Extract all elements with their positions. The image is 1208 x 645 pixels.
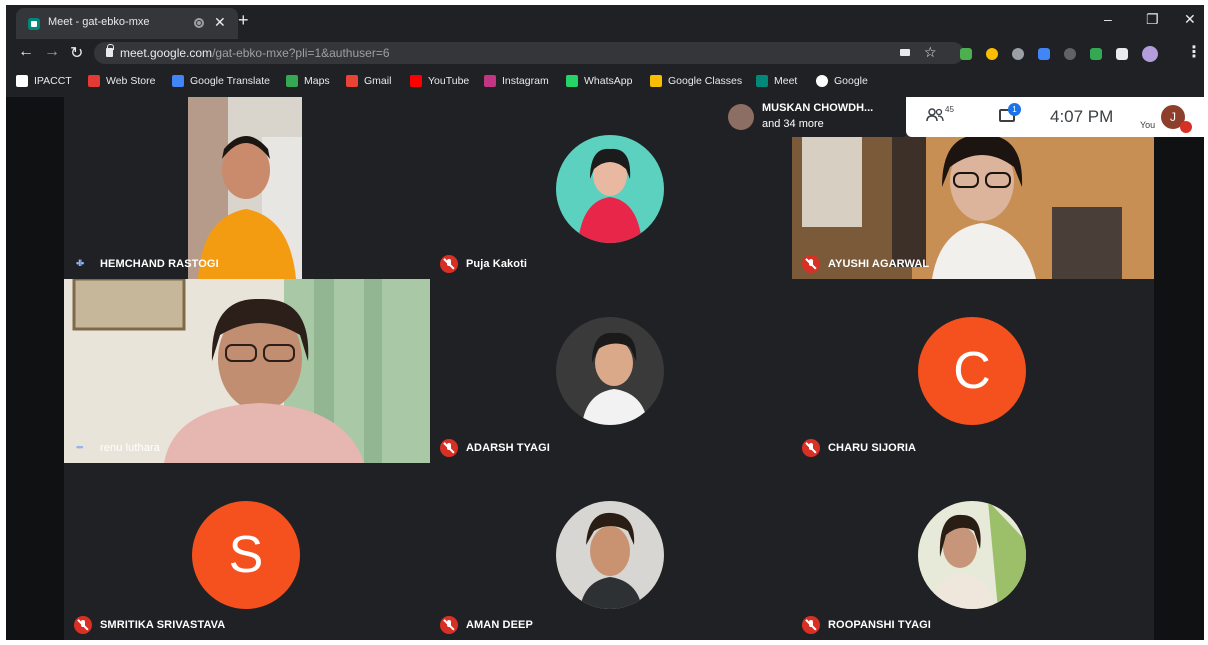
classroom-icon: [650, 75, 662, 87]
avatar: C: [918, 317, 1026, 425]
mic-off-icon: [802, 439, 820, 457]
you-label: You: [1140, 120, 1156, 130]
participant-tile-roopanshi[interactable]: ROOPANSHI TYAGI: [792, 463, 1154, 640]
mic-off-icon: [440, 439, 458, 457]
bookmark-web-store[interactable]: Web Store: [88, 75, 155, 87]
participant-tile-aman[interactable]: AMAN DEEP: [430, 463, 792, 640]
toolbar: ← → ↻ meet.google.com/gat-ebko-mxe?pli=1…: [6, 39, 1204, 67]
bookmark-whatsapp[interactable]: WhatsApp: [566, 75, 632, 87]
participant-name: AMAN DEEP: [466, 619, 533, 631]
recording-indicator-icon: [194, 18, 204, 28]
presenter-more: and 34 more: [762, 118, 824, 130]
tab-meet[interactable]: Meet - gat-ebko-mxe ✕: [16, 8, 238, 39]
forward-button[interactable]: →: [44, 43, 60, 61]
address-bar[interactable]: meet.google.com/gat-ebko-mxe?pli=1&authu…: [94, 42, 964, 64]
participant-tile-smritika[interactable]: S SMRITIKA SRIVASTAVA: [64, 463, 430, 640]
presenter-chip[interactable]: MUSKAN CHOWDH... and 34 more: [720, 97, 908, 137]
browser-chrome: Meet - gat-ebko-mxe ✕ + – ❐ ✕ ← → ↻ meet…: [6, 5, 1204, 97]
github-extension-icon[interactable]: [1064, 48, 1076, 60]
mic-off-icon: [802, 255, 820, 273]
mic-off-icon: [802, 616, 820, 634]
participant-name: Puja Kakoti: [466, 258, 528, 270]
download-extension-icon[interactable]: [1012, 48, 1024, 60]
avatar: [556, 317, 664, 425]
tab-title: Meet - gat-ebko-mxe: [48, 16, 150, 28]
youtube-icon: [410, 75, 422, 87]
instagram-icon: [484, 75, 496, 87]
maps-icon: [286, 75, 298, 87]
back-button[interactable]: ←: [18, 43, 34, 61]
extension-icon[interactable]: [986, 48, 998, 60]
checkbox-extension-icon[interactable]: [1090, 48, 1102, 60]
participant-name: CHARU SIJORIA: [828, 442, 917, 454]
close-window-button[interactable]: ✕: [1184, 11, 1196, 28]
google-icon: [816, 75, 828, 87]
dropbox-extension-icon[interactable]: [1038, 48, 1050, 60]
people-count: 45: [945, 105, 954, 114]
meet-favicon-icon: [28, 18, 40, 30]
participant-tile-charu[interactable]: C CHARU SIJORIA: [792, 279, 1154, 463]
speaking-indicator-icon: •ll•: [76, 258, 84, 268]
bookmark-youtube[interactable]: YouTube: [410, 75, 469, 87]
participant-tile-adarsh[interactable]: ADARSH TYAGI: [430, 279, 792, 463]
minimize-button[interactable]: –: [1104, 11, 1112, 27]
puzzle-extensions-icon[interactable]: [1116, 48, 1128, 60]
new-tab-button[interactable]: +: [238, 10, 249, 31]
whatsapp-icon: [566, 75, 578, 87]
avatar: [918, 501, 1026, 609]
bookmark-google-translate[interactable]: Google Translate: [172, 75, 270, 87]
participant-name: AYUSHI AGARWAL: [828, 258, 930, 270]
meet-stage: •ll• HEMCHAND RASTOGI Puja Kakoti AYUSHI…: [6, 97, 1208, 640]
right-margin: [1154, 97, 1204, 640]
bookmark-meet[interactable]: Meet: [756, 75, 797, 87]
participant-name: SMRITIKA SRIVASTAVA: [100, 619, 226, 631]
participant-name: ROOPANSHI TYAGI: [828, 619, 931, 631]
mic-off-icon: [74, 616, 92, 634]
participant-name: renu luthara: [100, 442, 160, 454]
hemchand-video-frame: [188, 97, 302, 279]
tab-close-icon[interactable]: ✕: [214, 14, 226, 31]
meet-status-bar: 45 1 4:07 PM You J: [906, 97, 1208, 137]
participant-name: HEMCHAND RASTOGI: [100, 258, 219, 270]
mic-off-icon: [440, 616, 458, 634]
presenter-avatar: [728, 104, 754, 130]
translate-icon: [172, 75, 184, 87]
bookmark-instagram[interactable]: Instagram: [484, 75, 549, 87]
bookmark-ipacct[interactable]: IPACCT: [16, 75, 72, 87]
chat-badge: 1: [1008, 103, 1021, 116]
camera-in-use-icon[interactable]: [900, 49, 910, 56]
shield-extension-icon[interactable]: [960, 48, 972, 60]
avatar: S: [192, 501, 300, 609]
avatar: [556, 501, 664, 609]
gmail-icon: [346, 75, 358, 87]
profile-avatar[interactable]: [1142, 46, 1158, 62]
mic-off-icon: [440, 255, 458, 273]
renu-video-frame: [64, 279, 430, 463]
bookmark-google[interactable]: Google: [816, 75, 868, 87]
people-icon[interactable]: [926, 108, 944, 122]
restore-button[interactable]: ❐: [1146, 11, 1159, 28]
speaking-indicator-icon: •••: [76, 442, 84, 452]
bookmark-gmail[interactable]: Gmail: [346, 75, 391, 87]
self-mic-off-icon: [1180, 121, 1192, 133]
bookmark-maps[interactable]: Maps: [286, 75, 330, 87]
meet-icon: [756, 75, 768, 87]
web-store-icon: [88, 75, 100, 87]
participant-tile-renu[interactable]: ••• renu luthara: [64, 279, 430, 463]
bookmarks-bar: IPACCT Web Store Google Translate Maps G…: [6, 67, 1204, 97]
left-margin: [6, 97, 64, 640]
ipacct-icon: [16, 75, 28, 87]
bookmark-star-icon[interactable]: ☆: [924, 44, 937, 61]
lock-icon: [106, 44, 114, 57]
participant-name: ADARSH TYAGI: [466, 442, 550, 454]
url-text: meet.google.com/gat-ebko-mxe?pli=1&authu…: [120, 46, 390, 60]
avatar: [556, 135, 664, 243]
bookmark-google-classes[interactable]: Google Classes: [650, 75, 742, 87]
participant-tile-hemchand[interactable]: •ll• HEMCHAND RASTOGI: [64, 97, 430, 279]
presenter-name: MUSKAN CHOWDH...: [762, 102, 874, 114]
meeting-clock: 4:07 PM: [1050, 107, 1114, 126]
reload-button[interactable]: ↻: [70, 43, 83, 63]
browser-menu-button[interactable]: ⋮: [1186, 42, 1202, 62]
